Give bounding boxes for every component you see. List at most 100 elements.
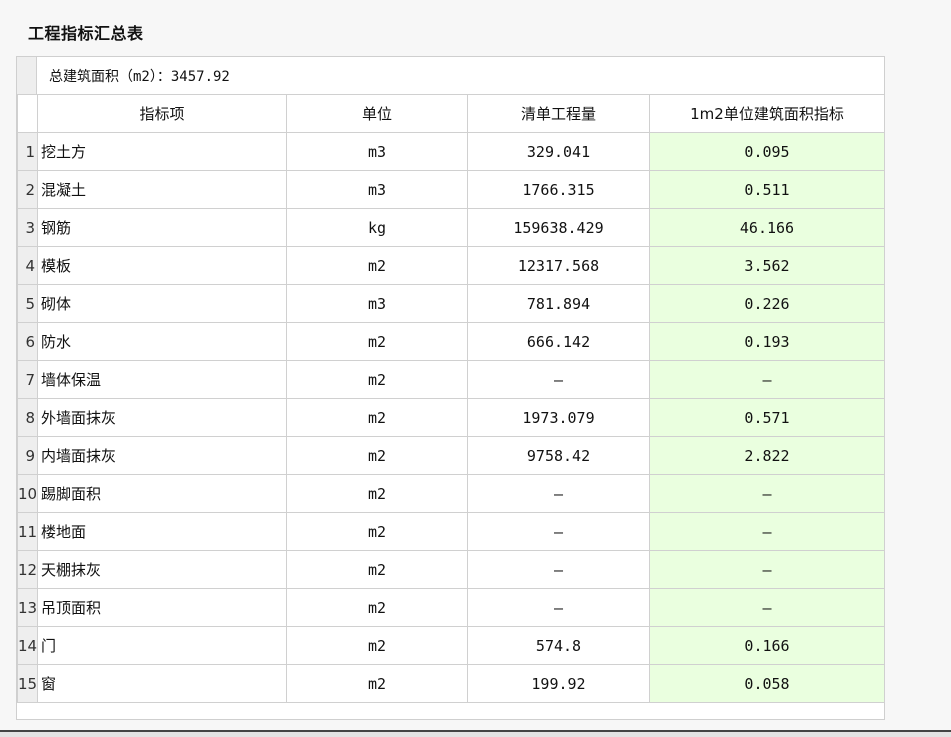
index-cell[interactable]: 0.166 [649,626,885,665]
row-number-cell: 8 [17,398,38,437]
unit-cell[interactable]: m2 [286,588,468,627]
quantity-cell[interactable]: — [467,360,650,399]
item-name-cell[interactable]: 砌体 [37,284,287,323]
index-cell[interactable]: — [649,588,885,627]
bottom-divider [0,730,951,732]
index-cell[interactable]: — [649,360,885,399]
item-name-cell[interactable]: 踢脚面积 [37,474,287,513]
index-cell[interactable]: 0.511 [649,170,885,209]
quantity-cell[interactable]: — [467,588,650,627]
index-cell[interactable]: 0.095 [649,132,885,171]
row-number-cell: 10 [17,474,38,513]
quantity-cell[interactable]: 12317.568 [467,246,650,285]
row-number-cell: 6 [17,322,38,361]
table-row[interactable]: 13 吊顶面积 m2— — [17,588,885,627]
item-name-cell[interactable]: 门 [37,626,287,665]
item-name-cell[interactable]: 内墙面抹灰 [37,436,287,475]
unit-cell[interactable]: m2 [286,664,468,703]
table-row[interactable]: 11 楼地面 m2— — [17,512,885,551]
item-name-cell[interactable]: 吊顶面积 [37,588,287,627]
table-row[interactable]: 4 模板 m2 12317.568 3.562 [17,246,885,285]
table-row[interactable]: 9 内墙面抹灰 m2 9758.42 2.822 [17,436,885,475]
row-number-cell: 3 [17,208,38,247]
item-name-cell[interactable]: 混凝土 [37,170,287,209]
unit-cell[interactable]: m2 [286,626,468,665]
unit-cell[interactable]: kg [286,208,468,247]
item-name-cell[interactable]: 防水 [37,322,287,361]
quantity-cell[interactable]: 666.142 [467,322,650,361]
index-cell[interactable]: 2.822 [649,436,885,475]
item-name-cell[interactable]: 模板 [37,246,287,285]
unit-cell[interactable]: m2 [286,246,468,285]
total-area-row: 总建筑面积（m2）：3457.92 [17,57,884,95]
column-header-quantity[interactable]: 清单工程量 [467,94,650,133]
row-number-cell: 5 [17,284,38,323]
unit-cell[interactable]: m2 [286,474,468,513]
quantity-cell[interactable]: 9758.42 [467,436,650,475]
quantity-cell[interactable]: 329.041 [467,132,650,171]
quantity-cell[interactable]: 781.894 [467,284,650,323]
quantity-cell[interactable]: 159638.429 [467,208,650,247]
index-cell[interactable]: 0.226 [649,284,885,323]
table-header-row: 指标项 单位 清单工程量 1m2单位建筑面积指标 [17,94,885,133]
total-area-text: 总建筑面积（m2）：3457.92 [49,68,230,85]
row-number-cell: 4 [17,246,38,285]
item-name-cell[interactable]: 墙体保温 [37,360,287,399]
quantity-cell[interactable]: — [467,474,650,513]
item-name-cell[interactable]: 天棚抹灰 [37,550,287,589]
row-number-cell: 7 [17,360,38,399]
index-cell[interactable]: 0.571 [649,398,885,437]
quantity-cell[interactable]: — [467,550,650,589]
quantity-cell[interactable]: 199.92 [467,664,650,703]
column-header-unit[interactable]: 单位 [286,94,468,133]
index-cell[interactable]: 3.562 [649,246,885,285]
table-row[interactable]: 2 混凝土 m3 1766.315 0.511 [17,170,885,209]
row-header-cell [17,57,37,94]
row-number-cell: 14 [17,626,38,665]
table-row[interactable]: 15 窗 m2 199.92 0.058 [17,664,885,703]
quantity-cell[interactable]: 1766.315 [467,170,650,209]
index-cell[interactable]: 46.166 [649,208,885,247]
item-name-cell[interactable]: 外墙面抹灰 [37,398,287,437]
column-header-index[interactable]: 1m2单位建筑面积指标 [649,94,885,133]
corner-cell [17,94,38,133]
row-number-cell: 15 [17,664,38,703]
table-row[interactable]: 8 外墙面抹灰 m2 1973.079 0.571 [17,398,885,437]
unit-cell[interactable]: m2 [286,360,468,399]
unit-cell[interactable]: m2 [286,322,468,361]
unit-cell[interactable]: m2 [286,550,468,589]
item-name-cell[interactable]: 钢筋 [37,208,287,247]
quantity-cell[interactable]: — [467,512,650,551]
row-number-cell: 11 [17,512,38,551]
unit-cell[interactable]: m2 [286,398,468,437]
table-row[interactable]: 6 防水 m2 666.142 0.193 [17,322,885,361]
bottom-scroll-edge [0,730,951,737]
row-number-cell: 1 [17,132,38,171]
quantity-cell[interactable]: 574.8 [467,626,650,665]
table-row[interactable]: 5 砌体 m3 781.894 0.226 [17,284,885,323]
table-row[interactable]: 12 天棚抹灰 m2— — [17,550,885,589]
item-name-cell[interactable]: 挖土方 [37,132,287,171]
row-number-cell: 9 [17,436,38,475]
item-name-cell[interactable]: 窗 [37,664,287,703]
indicator-summary-grid: 总建筑面积（m2）：3457.92 指标项 单位 清单工程量 1m2单位建筑面积… [16,56,885,720]
index-cell[interactable]: — [649,512,885,551]
table-row[interactable]: 1 挖土方 m3 329.041 0.095 [17,132,885,171]
unit-cell[interactable]: m3 [286,132,468,171]
row-number-cell: 12 [17,550,38,589]
quantity-cell[interactable]: 1973.079 [467,398,650,437]
index-cell[interactable]: 0.058 [649,664,885,703]
table-row[interactable]: 3 钢筋 kg 159638.429 46.166 [17,208,885,247]
unit-cell[interactable]: m2 [286,436,468,475]
index-cell[interactable]: 0.193 [649,322,885,361]
table-row[interactable]: 10 踢脚面积 m2— — [17,474,885,513]
index-cell[interactable]: — [649,474,885,513]
table-row[interactable]: 14 门 m2 574.8 0.166 [17,626,885,665]
unit-cell[interactable]: m3 [286,284,468,323]
column-header-item[interactable]: 指标项 [37,94,287,133]
table-row[interactable]: 7 墙体保温 m2— — [17,360,885,399]
item-name-cell[interactable]: 楼地面 [37,512,287,551]
unit-cell[interactable]: m3 [286,170,468,209]
index-cell[interactable]: — [649,550,885,589]
unit-cell[interactable]: m2 [286,512,468,551]
